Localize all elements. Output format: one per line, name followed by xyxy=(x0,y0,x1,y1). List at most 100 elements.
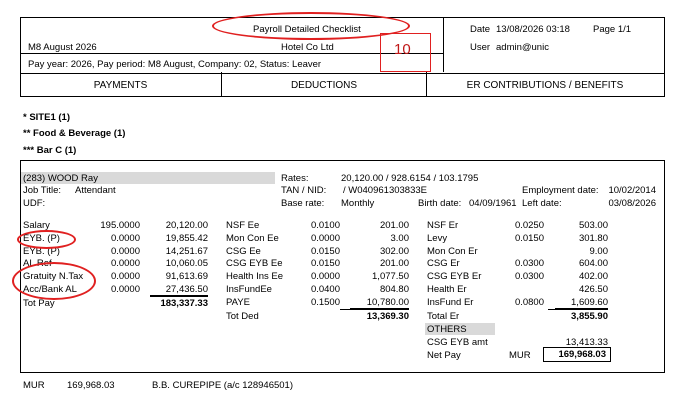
footer-amount: 169,968.03 xyxy=(67,380,115,391)
deduction-rate: 0.0150 xyxy=(310,258,340,269)
user-value: admin@unic xyxy=(496,42,549,53)
er-label: Levy xyxy=(427,233,448,244)
deduction-rate: 0.1500 xyxy=(310,297,340,308)
payment-amount: 20,120.00 xyxy=(165,220,208,231)
left-date-value: 03/08/2026 xyxy=(608,198,656,209)
birth-date-value: 04/09/1961 xyxy=(469,198,517,209)
base-rate-label: Base rate: xyxy=(281,198,325,209)
total-er-label: Total Er xyxy=(427,311,460,322)
total-er-rule xyxy=(548,309,608,310)
base-rate-value: Monthly xyxy=(341,198,375,209)
er-amount: 301.80 xyxy=(578,233,608,244)
payment-rate: 0.0000 xyxy=(110,271,140,282)
payment-rate: 0.0000 xyxy=(110,233,140,244)
er-rate: 0.0300 xyxy=(514,258,544,269)
others-label: OTHERS xyxy=(427,324,467,335)
left-date-label: Left date: xyxy=(522,198,562,209)
deduction-amount: 804.80 xyxy=(379,284,409,295)
payment-rate: 0.0000 xyxy=(110,258,140,269)
er-amount: 503.00 xyxy=(578,220,608,231)
employment-date-value: 10/02/2014 xyxy=(608,185,656,196)
deduction-rate: 0.0000 xyxy=(310,233,340,244)
deduction-label: PAYE xyxy=(226,297,250,308)
deduction-rate: 0.0000 xyxy=(310,271,340,282)
deduction-amount: 10,780.00 xyxy=(350,297,409,309)
deduction-label: Health Ins Ee xyxy=(226,271,284,282)
payment-label: Salary xyxy=(23,220,50,231)
payment-label: AL Ref xyxy=(23,258,52,269)
job-title-value: Attendant xyxy=(75,185,116,196)
er-label: NSF Er xyxy=(427,220,459,231)
er-label: Mon Con Er xyxy=(427,246,478,257)
payment-label: EYB. (P) xyxy=(23,246,60,257)
tot-ded-rule xyxy=(340,309,409,310)
payment-amount: 91,613.69 xyxy=(165,271,208,282)
group-site: * SITE1 (1) xyxy=(23,112,70,123)
er-rate: 0.0800 xyxy=(514,297,544,308)
payment-rate: 0.0000 xyxy=(110,284,140,295)
tot-pay-rule xyxy=(150,296,208,297)
deduction-amount: 3.00 xyxy=(390,233,410,244)
er-amount: 402.00 xyxy=(578,271,608,282)
payment-amount: 19,855.42 xyxy=(165,233,208,244)
footer-currency: MUR xyxy=(23,380,45,391)
period-label: M8 August 2026 xyxy=(28,42,97,53)
deduction-label: NSF Ee xyxy=(226,220,260,231)
group-department: ** Food & Beverage (1) xyxy=(23,128,126,139)
job-title-label: Job Title: xyxy=(23,185,62,196)
deduction-label: CSG Ee xyxy=(226,246,261,257)
payment-label: Gratuity N.Tax xyxy=(23,271,84,282)
deduction-label: CSG EYB Ee xyxy=(226,258,283,269)
rates-value: 20,120.00 / 928.6154 / 103.1795 xyxy=(341,173,479,184)
tot-pay-amount: 183,337.33 xyxy=(160,298,208,309)
udf-label: UDF: xyxy=(23,198,46,209)
payment-rate: 0.0000 xyxy=(110,246,140,257)
net-pay-label: Net Pay xyxy=(427,350,461,361)
date-label: Date xyxy=(470,24,491,35)
group-section: *** Bar C (1) xyxy=(23,145,77,156)
payment-amount: 14,251.67 xyxy=(165,246,208,257)
report-title: Payroll Detailed Checklist xyxy=(253,24,361,35)
er-amount: 426.50 xyxy=(578,284,608,295)
tot-ded-label: Tot Ded xyxy=(226,311,259,322)
er-amount: 1,609.60 xyxy=(555,297,608,309)
er-label: CSG EYB Er xyxy=(427,271,482,282)
net-pay-amount: 169,968.03 xyxy=(558,349,606,360)
tan-value: / W040961303833E xyxy=(343,185,427,196)
deduction-label: Mon Con Ee xyxy=(226,233,279,244)
er-label: InsFund Er xyxy=(427,297,474,308)
total-er-amount: 3,855.90 xyxy=(571,311,608,322)
er-amount: 604.00 xyxy=(578,258,608,269)
er-amount: 9.00 xyxy=(589,246,609,257)
footer-bank: B.B. CUREPIPE (a/c 128946501) xyxy=(152,380,293,391)
deduction-label: InsFundEe xyxy=(226,284,272,295)
er-rate: 0.0150 xyxy=(514,233,544,244)
deductions-header: DEDUCTIONS xyxy=(290,80,358,91)
er-label: CSG Er xyxy=(427,258,460,269)
date-value: 13/08/2026 03:18 xyxy=(496,24,570,35)
deduction-rate: 0.0150 xyxy=(310,246,340,257)
net-pay-currency: MUR xyxy=(509,350,531,361)
er-rate: 0.0250 xyxy=(514,220,544,231)
employee-name: (283) WOOD Ray xyxy=(23,173,98,184)
filter-text: Pay year: 2026, Pay period: M8 August, C… xyxy=(28,59,322,70)
er-label: Health Er xyxy=(427,284,467,295)
employment-date-label: Employment date: xyxy=(522,185,599,196)
company-name: Hotel Co Ltd xyxy=(281,42,334,53)
deduction-amount: 302.00 xyxy=(379,246,409,257)
payment-label: Acc/Bank AL xyxy=(23,284,77,295)
payment-label: EYB. (P) xyxy=(23,233,60,244)
annotation-number: 10 xyxy=(394,41,411,58)
rates-label: Rates: xyxy=(281,173,309,184)
deduction-rate: 0.0100 xyxy=(310,220,340,231)
er-header: ER CONTRIBUTIONS / BENEFITS xyxy=(466,80,624,91)
tan-label: TAN / NID: xyxy=(281,185,327,196)
er-rate: 0.0300 xyxy=(514,271,544,282)
csg-eyb-amt-label: CSG EYB amt xyxy=(427,337,488,348)
payment-amount: 27,436.50 xyxy=(150,284,208,296)
deduction-amount: 201.00 xyxy=(379,258,409,269)
page-number: Page 1/1 xyxy=(593,24,632,35)
payment-amount: 10,060.05 xyxy=(165,258,208,269)
payment-rate: 195.0000 xyxy=(100,220,140,231)
tot-pay-label: Tot Pay xyxy=(23,298,55,309)
